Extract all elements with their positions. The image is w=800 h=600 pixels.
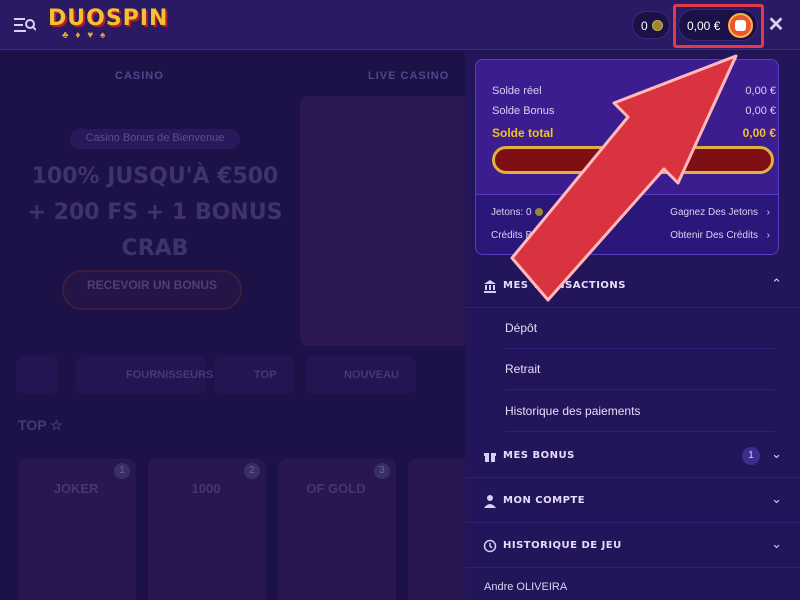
chips-value: 0 <box>641 19 648 33</box>
chevron-up-icon: ⌃ <box>771 276 782 291</box>
section-transactions[interactable]: MES TRANSACTIONS ⌃ <box>465 264 800 308</box>
bonus-balance-label: Solde Bonus <box>492 105 555 117</box>
game-card[interactable] <box>408 459 468 600</box>
get-credits-link[interactable]: Obtenir Des Crédits <box>670 230 758 241</box>
total-balance-row: Solde total 0,00 € <box>492 126 776 140</box>
top-section-title: TOP ☆ <box>18 417 63 433</box>
menu-search-icon[interactable] <box>14 16 36 34</box>
promo-banner-image <box>300 96 470 346</box>
earn-tokens-link[interactable]: Gagnez Des Jetons <box>670 207 758 218</box>
coin-icon <box>534 208 543 217</box>
chevron-down-icon: ⌄ <box>771 491 782 506</box>
logo-suits: ♣ ♦ ♥ ♠ <box>62 30 108 41</box>
history-icon <box>483 539 497 553</box>
total-balance-label: Solde total <box>492 126 554 140</box>
user-name: Andre OLIVEIRA <box>484 581 568 593</box>
real-balance-value: 0,00 € <box>745 85 776 97</box>
game-rank: 2 <box>244 463 260 479</box>
category-label: TOP <box>254 369 277 381</box>
game-name: JOKER <box>53 481 99 496</box>
chips-balance[interactable]: 0 <box>632 11 670 39</box>
logo[interactable]: DUOSPIN <box>48 6 168 31</box>
account-side-panel: Solde réel 0,00 € Solde Bonus 0,00 € Sol… <box>465 51 800 600</box>
top-header: DUOSPIN ♣ ♦ ♥ ♠ 0 0,00 € ✕ <box>0 0 800 50</box>
category-providers[interactable]: FOURNISSEURS <box>76 356 213 394</box>
bonus-balance-value: 0,00 € <box>745 105 776 117</box>
section-title: MES BONUS <box>503 450 575 461</box>
category-top[interactable]: TOP <box>214 356 294 394</box>
highlight-frame <box>673 4 764 48</box>
tokens-label: Jetons: 0 <box>491 207 532 218</box>
receive-bonus-button[interactable]: RECEVOIR UN BONUS <box>62 270 242 310</box>
section-title: HISTORIQUE DE JEU <box>503 540 622 551</box>
chevron-down-icon: ⌄ <box>771 446 782 461</box>
real-balance-label: Solde réel <box>492 85 542 97</box>
bonus-balance-row: Solde Bonus 0,00 € <box>492 105 776 117</box>
game-card[interactable]: 1 JOKER <box>18 459 136 600</box>
category-search[interactable] <box>16 356 58 394</box>
close-icon[interactable]: ✕ <box>766 12 786 36</box>
promo-title: 100% JUSQU'À €500 + 200 FS + 1 BONUS CRA… <box>27 164 283 261</box>
gift-icon <box>483 449 497 463</box>
bank-icon <box>483 279 497 293</box>
menu-item-deposit[interactable]: Dépôt <box>505 308 775 349</box>
tab-casino[interactable]: CASINO <box>115 70 164 82</box>
game-rank: 3 <box>374 463 390 479</box>
real-balance-row: Solde réel 0,00 € <box>492 85 776 97</box>
section-bonus[interactable]: MES BONUS 1 ⌄ <box>465 434 800 478</box>
category-row: FOURNISSEURS TOP NOUVEAU <box>16 356 476 396</box>
category-new[interactable]: NOUVEAU <box>306 356 416 394</box>
game-card[interactable]: 3 OF GOLD <box>278 459 396 600</box>
credits-count: Crédits B <box>491 230 533 241</box>
user-icon <box>483 494 497 508</box>
menu-item-payment-history[interactable]: Historique des paiements <box>505 391 775 432</box>
wallet-card: Solde réel 0,00 € Solde Bonus 0,00 € Sol… <box>475 59 779 255</box>
category-label: NOUVEAU <box>344 369 400 381</box>
chevron-right-icon: › <box>766 207 770 218</box>
category-label: FOURNISSEURS <box>126 369 214 381</box>
section-title: MON COMPTE <box>503 495 586 506</box>
game-name: 1000 <box>191 481 221 496</box>
deposit-button[interactable] <box>492 146 774 174</box>
game-rank: 1 <box>114 463 130 479</box>
game-name: OF GOLD <box>306 481 366 496</box>
tokens-count: Jetons: 0 <box>491 207 543 218</box>
chevron-down-icon: ⌄ <box>771 536 782 551</box>
tab-live-casino[interactable]: LIVE CASINO <box>368 70 449 82</box>
menu-item-withdraw[interactable]: Retrait <box>505 349 775 390</box>
game-card[interactable]: 2 1000 <box>148 459 266 600</box>
rewards-area: Jetons: 0 Crédits B Gagnez Des Jetons › … <box>476 194 778 254</box>
coin-icon <box>652 20 663 31</box>
total-balance-value: 0,00 € <box>742 126 776 140</box>
promo-label: Casino Bonus de Bienvenue <box>70 129 240 149</box>
bonus-count-badge: 1 <box>742 447 760 465</box>
chevron-right-icon: › <box>766 230 770 241</box>
section-game-history[interactable]: HISTORIQUE DE JEU ⌄ <box>465 524 800 568</box>
section-title: MES TRANSACTIONS <box>503 280 626 291</box>
section-account[interactable]: MON COMPTE ⌄ <box>465 479 800 523</box>
